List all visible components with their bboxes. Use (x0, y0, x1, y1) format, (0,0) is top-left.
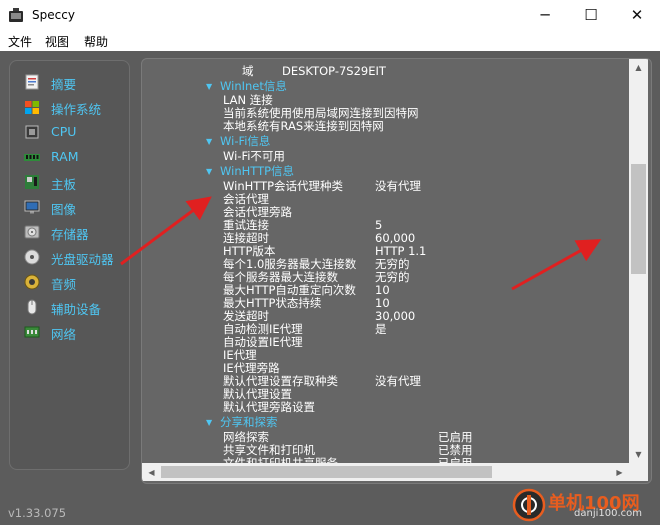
info-value: 没有代理 (375, 374, 421, 388)
close-button[interactable]: ✕ (614, 0, 660, 31)
maximize-button[interactable]: ☐ (568, 0, 614, 31)
optical-drive-icon (24, 249, 40, 265)
cpu-icon (25, 125, 39, 139)
section-title: WinInet信息 (220, 79, 287, 93)
scrollbar-corner (629, 463, 648, 481)
speaker-icon (24, 274, 40, 290)
watermark-subtext: danji100.com (574, 508, 642, 519)
windows-icon (25, 101, 39, 114)
collapse-caret-icon[interactable]: ▼ (206, 416, 212, 429)
vertical-scrollbar[interactable]: ▲ ▼ (629, 59, 648, 471)
window-title: Speccy (32, 8, 75, 22)
vertical-scroll-thumb[interactable] (631, 164, 646, 274)
sidebar-item-label: 摘要 (51, 77, 77, 92)
network-icon (24, 326, 40, 338)
sidebar: 摘要 操作系统 CPU RAM 主板 图像 存储器 光盘驱动器 音频 辅助设备 … (9, 60, 130, 470)
sidebar-item-label: 辅助设备 (51, 302, 102, 317)
motherboard-icon (25, 175, 39, 189)
sidebar-item-label: 音频 (51, 277, 77, 292)
sidebar-item-optical[interactable]: 光盘驱动器 (24, 247, 128, 269)
sidebar-item-storage[interactable]: 存储器 (24, 222, 128, 244)
section-title: 分享和探索 (220, 415, 278, 429)
sidebar-item-label: 操作系统 (51, 102, 102, 117)
collapse-caret-icon[interactable]: ▼ (206, 80, 212, 93)
info-key: 默认代理旁路设置 (223, 400, 315, 414)
main-area: 摘要 操作系统 CPU RAM 主板 图像 存储器 光盘驱动器 音频 辅助设备 … (0, 51, 660, 525)
menu-bar: 文件 视图 帮助 (0, 31, 660, 51)
details-panel: 域 DESKTOP-7S29EIT ▼ WinInet信息 LAN 连接 当前系… (141, 58, 652, 484)
speccy-app-icon (9, 8, 23, 22)
sidebar-item-ram[interactable]: RAM (24, 147, 128, 169)
sidebar-item-label: CPU (51, 124, 77, 139)
section-title: WinHTTP信息 (220, 164, 295, 178)
info-line-text: 本地系统有RAS来连接到因特网 (223, 119, 384, 133)
sidebar-item-label: 光盘驱动器 (51, 252, 114, 267)
scroll-left-arrow-icon[interactable]: ◀ (142, 464, 161, 481)
collapse-caret-icon[interactable]: ▼ (206, 135, 212, 148)
menu-file[interactable]: 文件 (8, 33, 32, 50)
sidebar-item-audio[interactable]: 音频 (24, 272, 128, 294)
collapse-caret-icon[interactable]: ▼ (206, 165, 212, 178)
domain-value: DESKTOP-7S29EIT (282, 64, 386, 78)
info-line-text: Wi-Fi不可用 (223, 149, 285, 163)
horizontal-scroll-thumb[interactable] (161, 466, 492, 478)
monitor-icon (24, 200, 40, 214)
horizontal-scrollbar[interactable]: ◀ ▶ (142, 463, 629, 481)
sidebar-item-label: RAM (51, 149, 79, 164)
sidebar-item-cpu[interactable]: CPU (24, 122, 128, 144)
ram-icon (24, 154, 40, 161)
hdd-icon (24, 225, 40, 239)
sidebar-item-label: 主板 (51, 177, 77, 192)
info-value: 没有代理 (375, 179, 421, 193)
domain-key: 域 (242, 64, 254, 78)
summary-icon (25, 74, 39, 90)
menu-help[interactable]: 帮助 (84, 33, 108, 50)
sidebar-item-summary[interactable]: 摘要 (24, 72, 128, 94)
sidebar-item-label: 图像 (51, 202, 77, 217)
mouse-icon (27, 299, 37, 315)
sidebar-item-os[interactable]: 操作系统 (24, 97, 128, 119)
sidebar-item-label: 存储器 (51, 227, 89, 242)
sidebar-item-label: 网络 (51, 327, 77, 342)
minimize-button[interactable]: ─ (522, 0, 568, 31)
title-bar: Speccy ─ ☐ ✕ (0, 0, 660, 31)
section-title: Wi-Fi信息 (220, 134, 271, 148)
info-value: 是 (375, 322, 387, 336)
version-label: v1.33.075 (8, 506, 67, 520)
sidebar-item-motherboard[interactable]: 主板 (24, 172, 128, 194)
sidebar-item-graphics[interactable]: 图像 (24, 197, 128, 219)
sidebar-item-network[interactable]: 网络 (24, 322, 128, 344)
sidebar-item-peripherals[interactable]: 辅助设备 (24, 297, 128, 319)
scroll-up-arrow-icon[interactable]: ▲ (629, 59, 648, 76)
scroll-right-arrow-icon[interactable]: ▶ (610, 464, 629, 481)
scroll-down-arrow-icon[interactable]: ▼ (629, 446, 648, 463)
menu-view[interactable]: 视图 (45, 33, 69, 50)
